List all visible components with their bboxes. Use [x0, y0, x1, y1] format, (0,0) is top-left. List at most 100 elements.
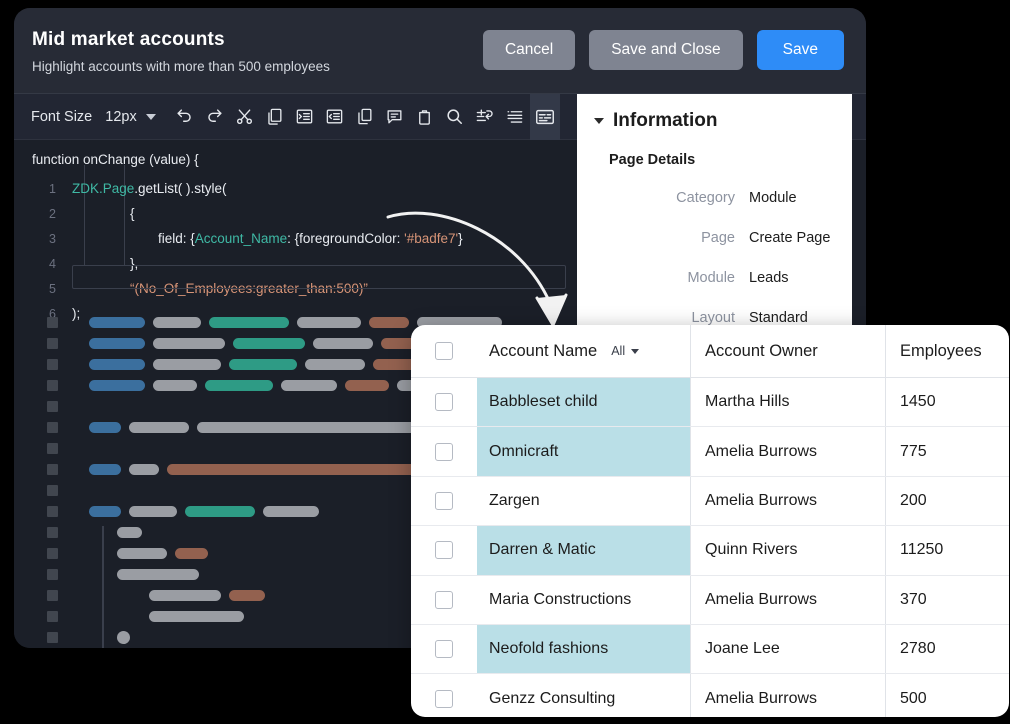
table-row[interactable]: Omnicraft Amelia Burrows 775	[411, 427, 1009, 477]
skeleton-bars	[149, 611, 244, 622]
row-checkbox[interactable]	[435, 690, 453, 709]
save-button[interactable]: Save	[756, 30, 844, 70]
copy-icon[interactable]	[260, 94, 290, 140]
format-lines-icon[interactable]	[500, 94, 530, 140]
skeleton-bar	[129, 422, 189, 433]
skeleton-bars	[117, 569, 199, 580]
column-header-account-owner[interactable]: Account Owner	[691, 325, 886, 377]
delete-icon[interactable]	[410, 94, 440, 140]
cut-icon[interactable]	[230, 94, 260, 140]
redo-icon[interactable]	[200, 94, 230, 140]
accounts-table-card: Account Name All Account Owner Employees…	[411, 325, 1009, 717]
account-name-text: Omnicraft	[489, 442, 559, 460]
employees-text: 1450	[900, 393, 936, 411]
duplicate-icon[interactable]	[350, 94, 380, 140]
row-checkbox[interactable]	[435, 590, 453, 609]
screenshot-stage: Mid market accounts Highlight accounts w…	[0, 0, 1010, 724]
column-header-account-name[interactable]: Account Name All	[477, 325, 691, 377]
page-subtitle: Highlight accounts with more than 500 em…	[32, 59, 330, 74]
account-owner-text: Martha Hills	[705, 393, 790, 411]
cell-account-owner: Martha Hills	[691, 378, 886, 427]
row-marker	[47, 464, 58, 475]
cell-account-name[interactable]: Darren & Matic	[477, 526, 691, 575]
select-all-checkbox[interactable]	[435, 342, 453, 360]
account-name-filter[interactable]: All	[611, 344, 640, 358]
skeleton-bar	[205, 380, 273, 391]
column-label: Account Owner	[705, 341, 818, 360]
information-key: Layout	[691, 310, 735, 326]
row-checkbox[interactable]	[435, 442, 453, 461]
row-checkbox[interactable]	[435, 393, 453, 412]
skeleton-bar	[233, 338, 305, 349]
row-checkbox[interactable]	[435, 640, 453, 659]
cell-account-name[interactable]: Zargen	[477, 476, 691, 526]
font-size-value[interactable]: 12px	[105, 109, 136, 125]
code-text: ZDK.Page.getList( ).style(	[72, 181, 227, 196]
table-header-row: Account Name All Account Owner Employees	[411, 325, 1009, 378]
search-icon[interactable]	[440, 94, 470, 140]
line-number: 5	[49, 282, 56, 296]
select-all-cell	[411, 325, 477, 377]
skeleton-bar	[167, 464, 437, 475]
font-size-label: Font Size	[31, 108, 93, 125]
information-value: Standard	[749, 310, 808, 326]
line-number: 2	[49, 207, 56, 221]
column-header-employees[interactable]: Employees	[886, 325, 1009, 377]
skeleton-bar	[149, 611, 244, 622]
row-select-cell	[411, 625, 477, 673]
column-label: Account Name	[489, 341, 598, 360]
skeleton-bar	[89, 422, 121, 433]
save-and-close-button[interactable]: Save and Close	[589, 30, 743, 70]
chevron-down-icon[interactable]	[145, 113, 156, 120]
cell-employees: 2780	[886, 625, 1009, 673]
account-owner-text: Amelia Burrows	[705, 690, 818, 708]
account-name-text: Darren & Matic	[489, 541, 596, 559]
cell-account-name[interactable]: Genzz Consulting	[477, 674, 691, 717]
chevron-down-icon[interactable]	[594, 118, 604, 124]
skeleton-bars	[117, 527, 142, 538]
account-owner-text: Amelia Burrows	[705, 442, 818, 460]
replace-icon[interactable]	[470, 94, 500, 140]
skeleton-bar	[129, 464, 159, 475]
table-row[interactable]: Babbleset child Martha Hills 1450	[411, 378, 1009, 428]
chevron-down-icon[interactable]	[631, 348, 640, 354]
table-row[interactable]: Maria Constructions Amelia Burrows 370	[411, 575, 1009, 625]
table-row[interactable]: Genzz Consulting Amelia Burrows 500	[411, 674, 1009, 717]
account-name-text: Genzz Consulting	[489, 690, 616, 708]
column-label: Employees	[900, 341, 982, 360]
skeleton-bar	[153, 317, 201, 328]
undo-icon[interactable]	[170, 94, 200, 140]
skeleton-bar	[89, 506, 121, 517]
script-panel-icon[interactable]	[529, 93, 560, 140]
line-number: 1	[49, 182, 56, 196]
cell-account-name[interactable]: Omnicraft	[477, 427, 691, 476]
skeleton-bars	[89, 422, 427, 433]
comment-icon[interactable]	[380, 94, 410, 140]
line-number: 3	[49, 232, 56, 246]
employees-text: 500	[900, 690, 927, 708]
row-select-cell	[411, 674, 477, 717]
table-row[interactable]: Neofold fashions Joane Lee 2780	[411, 624, 1009, 675]
cell-account-name[interactable]: Neofold fashions	[477, 624, 691, 674]
row-marker	[47, 485, 58, 496]
employees-text: 11250	[900, 541, 944, 559]
information-header[interactable]: Information	[594, 110, 718, 132]
information-row: Page Create Page	[577, 222, 852, 262]
account-owner-text: Quinn Rivers	[705, 541, 798, 559]
indent-decrease-icon[interactable]	[320, 94, 350, 140]
information-key: Module	[687, 270, 735, 286]
account-owner-text: Amelia Burrows	[705, 491, 818, 509]
table-row[interactable]: Darren & Matic Quinn Rivers 11250	[411, 526, 1009, 576]
row-checkbox[interactable]	[435, 541, 453, 560]
cell-account-owner: Amelia Burrows	[691, 476, 886, 526]
cell-employees: 11250	[886, 526, 1009, 574]
row-marker	[47, 422, 58, 433]
table-row[interactable]: Zargen Amelia Burrows 200	[411, 476, 1009, 527]
cell-account-name[interactable]: Maria Constructions	[477, 575, 691, 624]
information-value: Leads	[749, 270, 789, 286]
indent-increase-icon[interactable]	[290, 94, 320, 140]
row-checkbox[interactable]	[435, 491, 453, 510]
cancel-button[interactable]: Cancel	[482, 30, 576, 70]
cell-account-name[interactable]: Babbleset child	[477, 378, 691, 427]
information-value: Module	[749, 190, 797, 206]
